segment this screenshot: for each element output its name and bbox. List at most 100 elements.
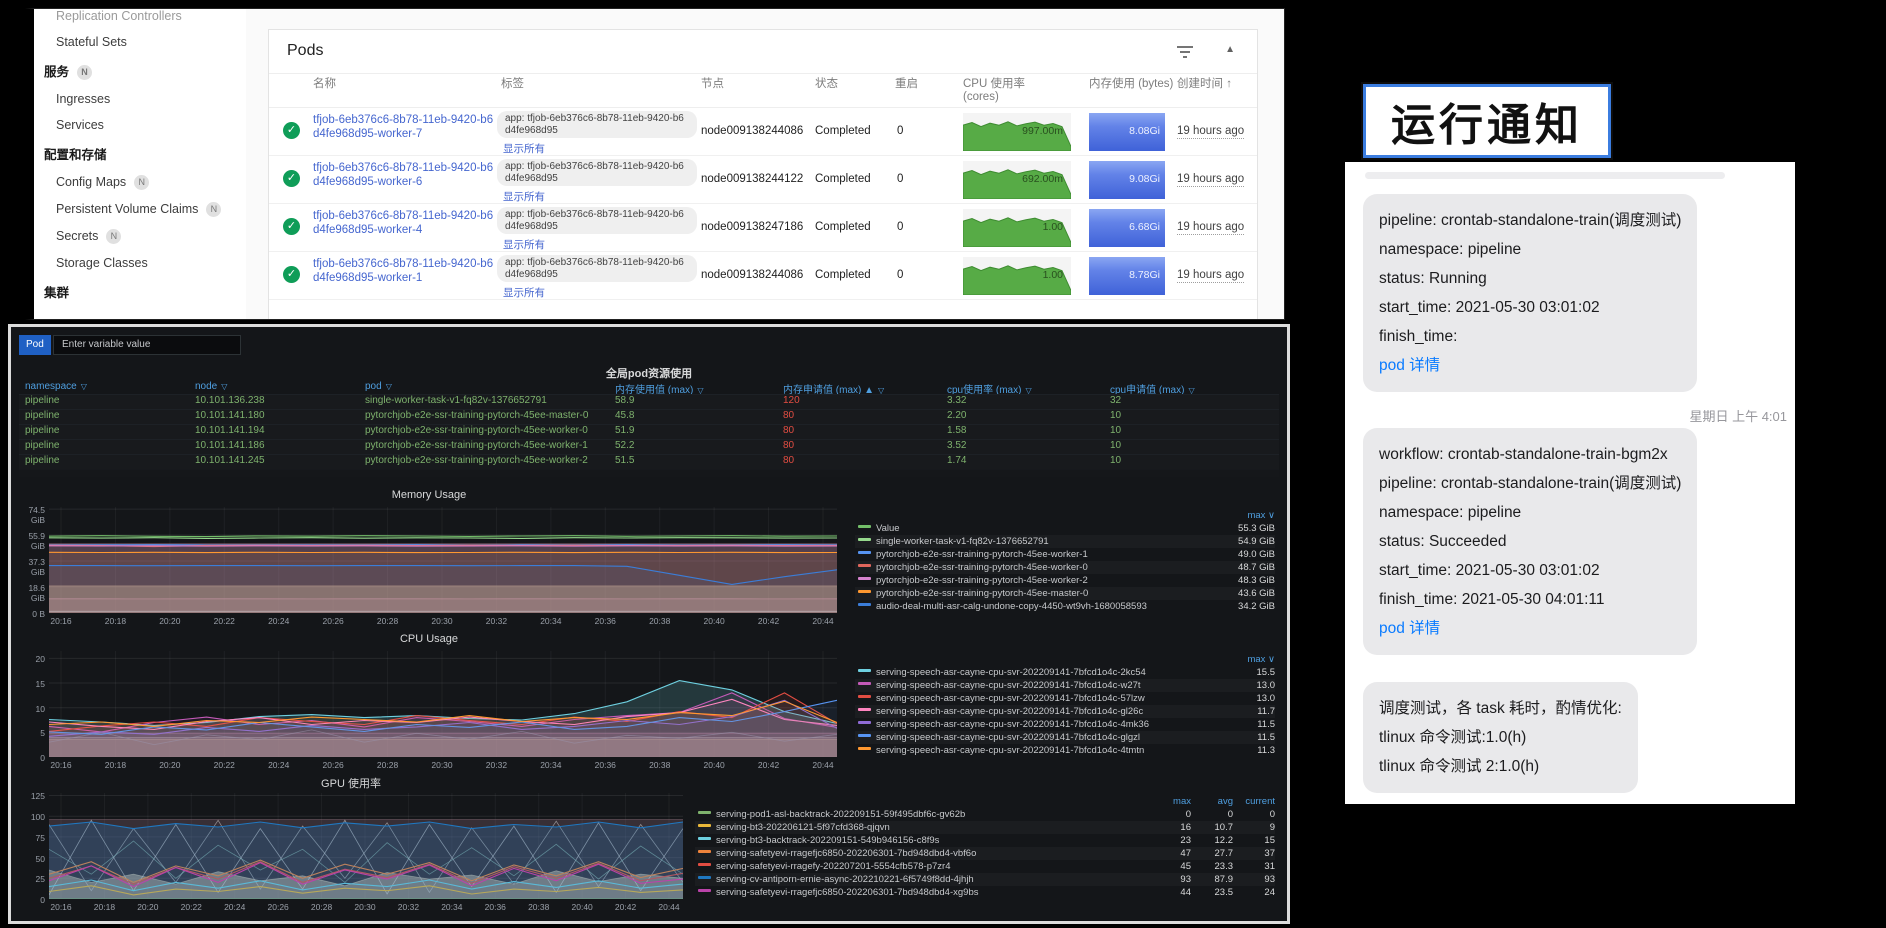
legend-stat-value: 13.0	[1223, 692, 1275, 705]
row-menu-icon[interactable]: ⋮	[1257, 168, 1258, 186]
legend-stat-value: 11.5	[1223, 718, 1275, 731]
legend-row: serving-safetyevi-rragefjc6850-202206301…	[695, 847, 1275, 860]
legend-stat-header[interactable]: current	[1233, 795, 1275, 808]
legend-series-name[interactable]: serving-pod1-asl-backtrack-202209151-59f…	[716, 809, 965, 820]
legend-series-name[interactable]: serving-speech-asr-cayne-cpu-svr-2022091…	[876, 693, 1145, 704]
message-line: finish_time:	[1379, 322, 1681, 351]
pod-name-link[interactable]: tfjob-6eb376c6-8b78-11eb-9420-b6d4fe968d…	[313, 257, 495, 285]
x-axis-label: 20:38	[649, 616, 670, 626]
table-row: ✓ tfjob-6eb376c6-8b78-11eb-9420-b6d4fe96…	[269, 156, 1257, 204]
legend-color-dash	[698, 876, 711, 879]
legend-series-name[interactable]: serving-speech-asr-cayne-cpu-svr-2022091…	[876, 706, 1143, 717]
pods-card: Pods ▲ 名称标签节点状态重启CPU 使用率 (cores)内存使用 (by…	[268, 29, 1258, 319]
filter-icon[interactable]	[1177, 46, 1193, 58]
legend-series-name[interactable]: serving-speech-asr-cayne-cpu-svr-2022091…	[876, 680, 1141, 691]
show-all-link[interactable]: 显示所有	[503, 189, 545, 204]
legend-series-name[interactable]: serving-safetyevi-rragefjc6850-202206301…	[716, 887, 978, 898]
grafana-column-header[interactable]: node▽	[195, 381, 227, 392]
kubernetes-dashboard-panel: Replication ControllersStateful Sets服务NI…	[25, 8, 1285, 320]
legend-series-name[interactable]: serving-bt3-backtrack-202209151-549b9461…	[716, 835, 939, 846]
legend-series-name[interactable]: serving-speech-asr-cayne-cpu-svr-2022091…	[876, 719, 1149, 730]
x-axis-label: 20:20	[137, 902, 158, 912]
k8s-content: Pods ▲ 名称标签节点状态重启CPU 使用率 (cores)内存使用 (by…	[246, 9, 1284, 319]
sidebar-item-services[interactable]: Services	[34, 112, 246, 138]
pod-detail-link[interactable]: pod 详情	[1379, 351, 1681, 380]
legend-series-name[interactable]: serving-speech-asr-cayne-cpu-svr-2022091…	[876, 745, 1144, 756]
grafana-column-header[interactable]: namespace▽	[25, 381, 87, 392]
sidebar-item-secrets[interactable]: SecretsN	[34, 223, 246, 250]
y-axis-label: 74.5 GiB	[19, 505, 45, 525]
pod-detail-link[interactable]: pod 详情	[1379, 614, 1681, 643]
grafana-table-cell: pipeline	[25, 425, 59, 436]
legend-stat-header[interactable]: max ∨	[1223, 509, 1275, 522]
legend-series-name[interactable]: pytorchjob-e2e-ssr-training-pytorch-45ee…	[876, 549, 1088, 560]
legend-stat-value: 23.3	[1191, 860, 1233, 873]
table-row: ✓ tfjob-6eb376c6-8b78-11eb-9420-b6d4fe96…	[269, 108, 1257, 156]
memory-usage-chart: Memory Usage74.5 GiB55.9 GiB37.3 GiB18.6…	[19, 489, 1281, 631]
sidebar-item-services-section[interactable]: 服务N	[34, 55, 246, 86]
y-axis-label: 15	[19, 679, 45, 689]
sidebar-item-config-maps[interactable]: Config MapsN	[34, 169, 246, 196]
sidebar-item-cluster-section[interactable]: 集群	[34, 276, 246, 307]
pod-variable-chip[interactable]: Pod	[19, 335, 51, 355]
funnel-icon[interactable]: ▽	[81, 382, 87, 391]
pod-name-link[interactable]: tfjob-6eb376c6-8b78-11eb-9420-b6d4fe968d…	[313, 113, 495, 141]
legend-stat-header[interactable]: max ∨	[1223, 653, 1275, 666]
funnel-icon[interactable]: ▽	[221, 382, 227, 391]
legend-series-name[interactable]: serving-speech-asr-cayne-cpu-svr-2022091…	[876, 732, 1140, 743]
legend-series-name[interactable]: single-worker-task-v1-fq82v-1376652791	[876, 536, 1049, 547]
memory-value: 6.68Gi	[1129, 221, 1160, 233]
row-menu-icon[interactable]: ⋮	[1257, 264, 1258, 282]
variable-value-input[interactable]: Enter variable value	[53, 335, 241, 355]
sidebar-item-replication-controllers[interactable]: Replication Controllers	[34, 8, 246, 29]
pod-node: node009138244086	[701, 125, 803, 137]
sidebar-item-config-storage-section[interactable]: 配置和存储	[34, 138, 246, 169]
pod-name-link[interactable]: tfjob-6eb376c6-8b78-11eb-9420-b6d4fe968d…	[313, 209, 495, 237]
legend-series-name[interactable]: serving-safetyevi-rragefy-202207201-5554…	[716, 861, 950, 872]
sidebar-item-storage-classes[interactable]: Storage Classes	[34, 250, 246, 276]
legend-row: pytorchjob-e2e-ssr-training-pytorch-45ee…	[855, 561, 1275, 574]
table-row: ✓ tfjob-6eb376c6-8b78-11eb-9420-b6d4fe96…	[269, 252, 1257, 300]
column-header: 状态	[815, 78, 838, 91]
y-axis-label: 20	[19, 654, 45, 664]
row-menu-icon[interactable]: ⋮	[1257, 216, 1258, 234]
column-header: 名称	[313, 78, 336, 91]
sidebar-item-ingresses[interactable]: Ingresses	[34, 86, 246, 112]
pod-name-link[interactable]: tfjob-6eb376c6-8b78-11eb-9420-b6d4fe968d…	[313, 161, 495, 189]
sidebar-item-stateful-sets[interactable]: Stateful Sets	[34, 29, 246, 55]
show-all-link[interactable]: 显示所有	[503, 285, 545, 300]
message-line: 调度测试，各 task 耗时，酌情优化:	[1379, 694, 1622, 723]
y-axis-label: 10	[19, 704, 45, 714]
legend-row: serving-speech-asr-cayne-cpu-svr-2022091…	[855, 718, 1275, 731]
legend-stat-header[interactable]: avg	[1191, 795, 1233, 808]
pod-status: Completed	[815, 173, 871, 185]
x-axis-label: 20:34	[540, 760, 561, 770]
sidebar-item-persistent-volume-claims[interactable]: Persistent Volume ClaimsN	[34, 196, 246, 223]
legend-row: serving-speech-asr-cayne-cpu-svr-2022091…	[855, 692, 1275, 705]
show-all-link[interactable]: 显示所有	[503, 141, 545, 156]
row-menu-icon[interactable]: ⋮	[1257, 120, 1258, 138]
legend-stat-value: 0	[1233, 808, 1275, 821]
legend-series-name[interactable]: serving-speech-asr-cayne-cpu-svr-2022091…	[876, 667, 1146, 678]
legend-series-name[interactable]: serving-cv-antiporn-ernie-async-20221022…	[716, 874, 974, 885]
collapse-icon[interactable]: ▲	[1225, 44, 1235, 55]
funnel-icon[interactable]: ▽	[386, 382, 392, 391]
grafana-column-header[interactable]: pod▽	[365, 381, 392, 392]
legend-series-name[interactable]: serving-bt3-202206121-5f97cfd368-qjqvn	[716, 822, 890, 833]
legend-color-dash	[698, 837, 711, 840]
message-line: start_time: 2021-05-30 03:01:02	[1379, 293, 1681, 322]
show-all-link[interactable]: 显示所有	[503, 237, 545, 252]
grafana-table-cell: 10.101.141.180	[195, 410, 265, 421]
legend-stat-header[interactable]: max	[1149, 795, 1191, 808]
legend-series-name[interactable]: pytorchjob-e2e-ssr-training-pytorch-45ee…	[876, 562, 1088, 573]
legend-color-dash	[698, 863, 711, 866]
legend-series-name[interactable]: serving-safetyevi-rragefjc6850-202206301…	[716, 848, 976, 859]
y-axis-label: 55.9 GiB	[19, 531, 45, 551]
legend-series-name[interactable]: Value	[876, 523, 900, 534]
legend-series-name[interactable]: audio-deal-multi-asr-calg-undone-copy-44…	[876, 601, 1147, 612]
legend-stat-value: 16	[1149, 821, 1191, 834]
status-ok-icon: ✓	[283, 266, 300, 283]
legend-series-name[interactable]: pytorchjob-e2e-ssr-training-pytorch-45ee…	[876, 588, 1088, 599]
legend-series-name[interactable]: pytorchjob-e2e-ssr-training-pytorch-45ee…	[876, 575, 1088, 586]
x-axis-label: 20:20	[159, 760, 180, 770]
